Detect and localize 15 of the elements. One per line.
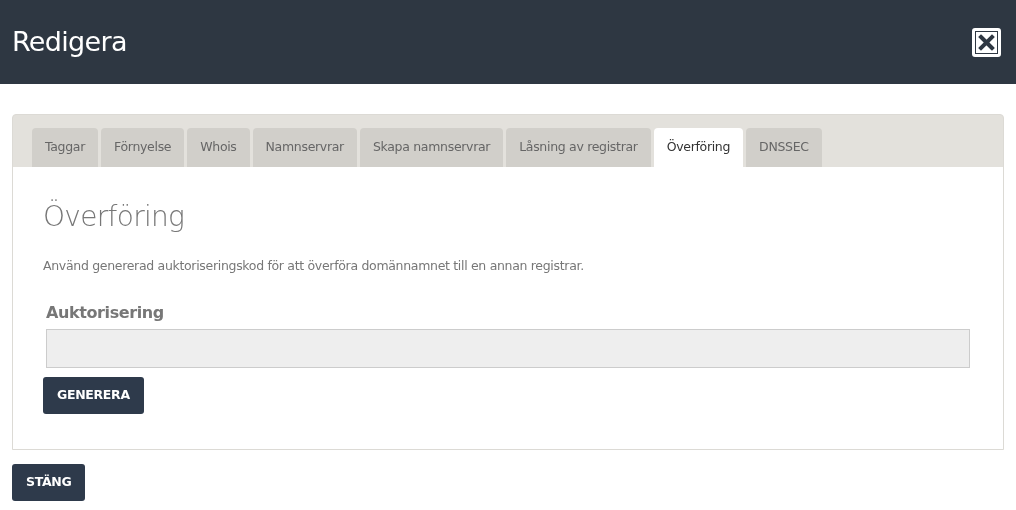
tab[interactable]: Förnyelse [101, 128, 185, 167]
tab[interactable]: Skapa namnservrar [359, 128, 504, 167]
generate-button[interactable]: GENERERA [43, 376, 144, 414]
description-text: Använd genererad auktoriseringskod för att överföra domännamnet till en annan registrar. [43, 257, 585, 275]
close-icon [978, 33, 995, 51]
tab[interactable]: Whois [187, 128, 250, 167]
window-title: Redigera [12, 24, 127, 59]
close-button[interactable] [972, 27, 1001, 57]
tab[interactable]: Låsning av registrar [506, 128, 651, 167]
tab[interactable]: Taggar [32, 128, 99, 167]
field-label: Auktorisering [46, 301, 165, 324]
tab[interactable]: Överföring [653, 128, 744, 167]
tab[interactable]: Namnservrar [252, 128, 357, 167]
close-dialog-button[interactable]: STÄNG [12, 463, 86, 501]
tab[interactable]: DNSSEC [746, 128, 822, 167]
